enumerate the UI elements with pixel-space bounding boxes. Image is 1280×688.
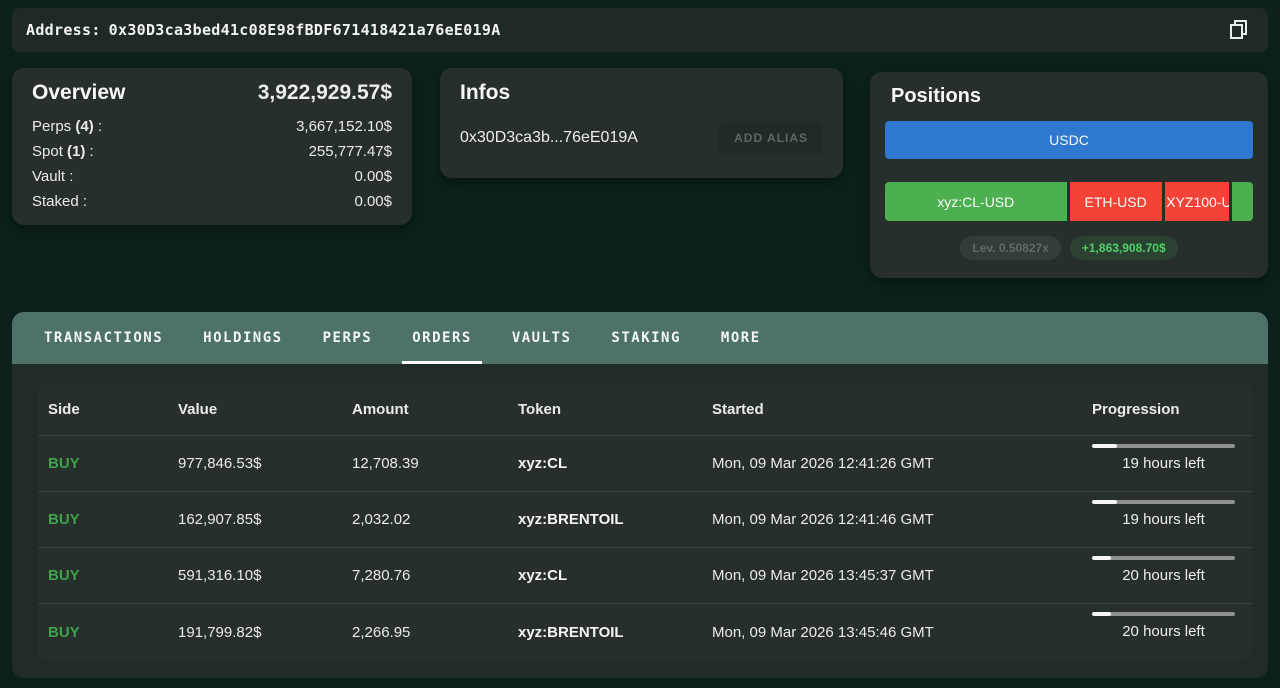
position-segment-eth-usd[interactable]: ETH-USD: [1070, 182, 1162, 221]
column-header-value: Value: [178, 401, 352, 418]
order-side: BUY: [48, 567, 178, 584]
progress-bar-fill: [1092, 444, 1117, 448]
order-started: Mon, 09 Mar 2026 12:41:26 GMT: [712, 455, 1092, 472]
order-amount: 2,266.95: [352, 624, 518, 641]
wallet-address: 0x30D3ca3bed41c08E98fBDF671418421a76eE01…: [109, 21, 501, 39]
order-progression: 19 hours left: [1092, 492, 1235, 528]
column-header-side: Side: [48, 401, 178, 418]
order-value: 977,846.53$: [178, 455, 352, 472]
overview-row-staked: Staked : 0.00$: [32, 189, 392, 214]
positions-card: Positions USDC xyz:CL-USDETH-USD:XYZ100-…: [870, 72, 1268, 278]
overview-title: Overview: [32, 81, 125, 105]
order-progression: 20 hours left: [1092, 548, 1235, 584]
time-left-label: 20 hours left: [1092, 567, 1235, 584]
time-left-label: 20 hours left: [1092, 623, 1235, 640]
order-value: 162,907.85$: [178, 511, 352, 528]
leverage-badge: Lev. 0.50827x: [960, 236, 1061, 260]
time-left-label: 19 hours left: [1092, 455, 1235, 472]
overview-row-vault: Vault : 0.00$: [32, 164, 392, 189]
order-value: 191,799.82$: [178, 624, 352, 641]
position-bar-usdc[interactable]: USDC: [885, 121, 1253, 159]
positions-title: Positions: [891, 85, 1253, 108]
overview-card: Overview 3,922,929.57$ Perps (4) : 3,667,…: [12, 68, 412, 225]
order-row[interactable]: BUY162,907.85$2,032.02xyz:BRENTOILMon, 0…: [38, 492, 1252, 548]
order-token: xyz:CL: [518, 567, 712, 584]
column-header-progression: Progression: [1092, 401, 1252, 418]
infos-title: Infos: [460, 81, 823, 105]
overview-row-label: Spot (1) :: [32, 139, 94, 164]
order-value: 591,316.10$: [178, 567, 352, 584]
progress-bar-track: [1092, 444, 1235, 448]
tab-more[interactable]: MORE: [701, 312, 781, 364]
position-segment-xyz-cl-usd[interactable]: xyz:CL-USD: [885, 182, 1067, 221]
order-started: Mon, 09 Mar 2026 13:45:37 GMT: [712, 567, 1092, 584]
order-row[interactable]: BUY191,799.82$2,266.95xyz:BRENTOILMon, 0…: [38, 604, 1252, 660]
positions-segments-bar: xyz:CL-USDETH-USD:XYZ100-U: [885, 182, 1253, 221]
address-bar: Address: 0x30D3ca3bed41c08E98fBDF6714184…: [12, 8, 1268, 52]
column-header-amount: Amount: [352, 401, 518, 418]
overview-row-value: 0.00$: [354, 189, 392, 214]
order-amount: 12,708.39: [352, 455, 518, 472]
short-address: 0x30D3ca3b...76eE019A: [460, 129, 638, 147]
add-alias-button[interactable]: ADD ALIAS: [719, 121, 823, 155]
order-token: xyz:BRENTOIL: [518, 624, 712, 641]
order-started: Mon, 09 Mar 2026 12:41:46 GMT: [712, 511, 1092, 528]
order-side: BUY: [48, 455, 178, 472]
overview-row-value: 3,667,152.10$: [296, 114, 392, 139]
copy-address-button[interactable]: [1224, 15, 1254, 45]
order-row[interactable]: BUY977,846.53$12,708.39xyz:CLMon, 09 Mar…: [38, 436, 1252, 492]
orders-table: SideValueAmountTokenStartedProgression B…: [38, 384, 1252, 660]
overview-row-value: 255,777.47$: [309, 139, 392, 164]
infos-card: Infos 0x30D3ca3b...76eE019A ADD ALIAS: [440, 68, 843, 178]
progress-bar-fill: [1092, 612, 1111, 616]
overview-row-spot: Spot (1) : 255,777.47$: [32, 139, 392, 164]
overview-total-value: 3,922,929.57$: [258, 81, 392, 105]
tab-staking[interactable]: STAKING: [591, 312, 701, 364]
overview-row-label: Perps (4) :: [32, 114, 102, 139]
table-header-row: SideValueAmountTokenStartedProgression: [38, 384, 1252, 436]
column-header-started: Started: [712, 401, 1092, 418]
time-left-label: 19 hours left: [1092, 511, 1235, 528]
order-side: BUY: [48, 624, 178, 641]
progress-bar-track: [1092, 612, 1235, 616]
copy-icon: [1228, 18, 1250, 43]
pnl-badge: +1,863,908.70$: [1070, 236, 1178, 260]
progress-bar-fill: [1092, 556, 1111, 560]
tab-vaults[interactable]: VAULTS: [492, 312, 592, 364]
order-token: xyz:CL: [518, 455, 712, 472]
order-progression: 20 hours left: [1092, 604, 1235, 640]
tab-transactions[interactable]: TRANSACTIONS: [24, 312, 183, 364]
tab-perps[interactable]: PERPS: [303, 312, 393, 364]
order-row[interactable]: BUY591,316.10$7,280.76xyz:CLMon, 09 Mar …: [38, 548, 1252, 604]
overview-row-perps: Perps (4) : 3,667,152.10$: [32, 114, 392, 139]
order-started: Mon, 09 Mar 2026 13:45:46 GMT: [712, 624, 1092, 641]
order-token: xyz:BRENTOIL: [518, 511, 712, 528]
order-amount: 2,032.02: [352, 511, 518, 528]
overview-stats-list: Perps (4) : 3,667,152.10$ Spot (1) : 255,77…: [32, 114, 392, 214]
address-label: Address:: [26, 21, 101, 39]
overview-row-value: 0.00$: [354, 164, 392, 189]
overview-row-label: Staked :: [32, 189, 87, 214]
position-segment-xyz100-u[interactable]: :XYZ100-U: [1165, 182, 1230, 221]
tab-orders[interactable]: ORDERS: [392, 312, 492, 364]
order-side: BUY: [48, 511, 178, 528]
order-progression: 19 hours left: [1092, 436, 1235, 472]
column-header-token: Token: [518, 401, 712, 418]
progress-bar-track: [1092, 500, 1235, 504]
overview-row-label: Vault :: [32, 164, 73, 189]
tab-holdings[interactable]: HOLDINGS: [183, 312, 302, 364]
progress-bar-track: [1092, 556, 1235, 560]
progress-bar-fill: [1092, 500, 1117, 504]
order-amount: 7,280.76: [352, 567, 518, 584]
main-panel: TRANSACTIONSHOLDINGSPERPSORDERSVAULTSSTA…: [12, 312, 1268, 678]
position-segment-small-3[interactable]: [1232, 182, 1253, 221]
tab-bar: TRANSACTIONSHOLDINGSPERPSORDERSVAULTSSTA…: [12, 312, 1268, 364]
